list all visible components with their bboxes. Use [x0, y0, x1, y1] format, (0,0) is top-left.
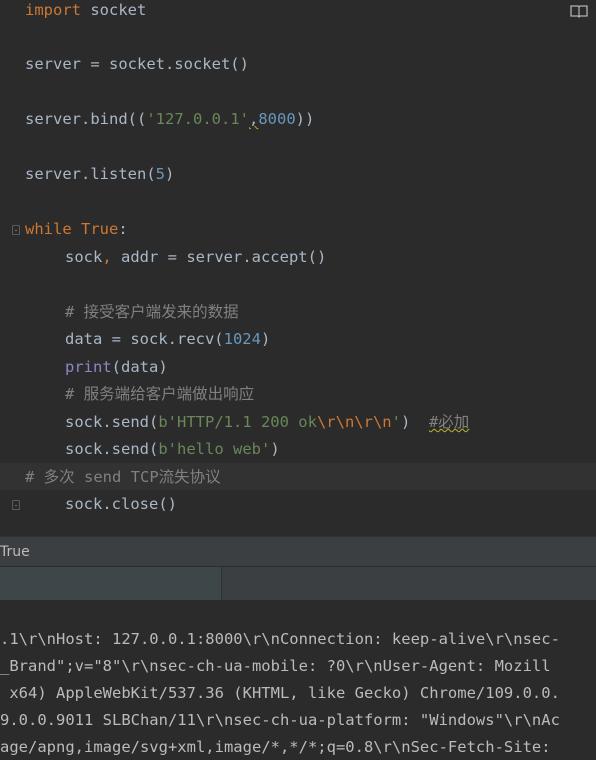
code-token: server.listen(	[25, 165, 156, 183]
code-token: print	[65, 358, 112, 376]
code-token: )	[270, 440, 280, 458]
console-line: .1\r\nHost: 127.0.0.1:8000\r\nConnection…	[0, 630, 560, 648]
code-line[interactable]: while True:	[25, 217, 128, 241]
console-line: _Brand";v="8"\r\nsec-ch-ua-mobile: ?0\r\…	[0, 657, 551, 675]
code-token: '	[391, 413, 401, 431]
code-token: ))	[295, 110, 315, 128]
tool-window-tabbar[interactable]	[0, 566, 596, 601]
code-token: server = socket.socket()	[25, 55, 249, 73]
fold-marker-icon[interactable]	[12, 500, 20, 510]
code-editor[interactable]: import socket server = socket.socket() s…	[0, 0, 596, 536]
code-token: while	[25, 220, 72, 238]
code-line[interactable]: import socket	[25, 0, 146, 22]
code-line[interactable]: sock.close()	[65, 492, 177, 516]
code-token: ,	[102, 248, 112, 266]
code-token: \r\n\r\n	[316, 413, 392, 431]
quick-doc-tooltip: True	[0, 536, 596, 566]
code-token: addr = server.accept()	[111, 248, 327, 266]
code-token: b'HTTP/1.1 200 ok	[158, 413, 317, 431]
fold-marker-icon[interactable]	[12, 225, 20, 235]
code-line[interactable]: # 多次 send TCP流失协议	[25, 465, 221, 489]
code-line[interactable]: # 服务端给客户端做出响应	[65, 382, 254, 406]
code-token: import	[25, 1, 81, 19]
code-token: '127.0.0.1'	[146, 110, 249, 128]
code-line[interactable]: print(data)	[65, 355, 168, 379]
code-token: True	[81, 220, 119, 238]
code-token: )	[260, 330, 271, 348]
console-line: 9.0.0.9011 SLBChan/11\r\nsec-ch-ua-platf…	[0, 711, 560, 729]
code-token: 1024	[223, 330, 261, 348]
code-token: socket	[81, 1, 147, 19]
code-token: b'hello web'	[158, 440, 271, 458]
code-token: data = sock.recv(	[65, 330, 224, 348]
tab-run[interactable]	[0, 567, 222, 601]
code-line[interactable]: server = socket.socket()	[25, 52, 249, 76]
code-line[interactable]: sock.send(b'HTTP/1.1 200 ok\r\n\r\n') #必…	[65, 410, 469, 434]
code-line[interactable]: sock.send(b'hello web')	[65, 437, 280, 461]
code-token: )	[400, 413, 429, 431]
code-token: sock.close()	[65, 495, 177, 513]
console-line: age/apng,image/svg+xml,image/*,*/*;q=0.8…	[0, 738, 551, 756]
console-output[interactable]: .1\r\nHost: 127.0.0.1:8000\r\nConnection…	[0, 600, 596, 760]
code-line[interactable]: # 接受客户端发来的数据	[65, 300, 239, 324]
code-token: ,	[248, 110, 259, 128]
code-line[interactable]: sock, addr = server.accept()	[65, 245, 326, 269]
code-line[interactable]: server.bind(('127.0.0.1',8000))	[25, 107, 314, 131]
book-open-icon[interactable]	[570, 4, 588, 18]
code-token: )	[165, 165, 175, 183]
code-token: # 服务端给客户端做出响应	[65, 385, 255, 403]
code-token: 8000	[258, 110, 296, 128]
code-token: sock.send(	[65, 440, 159, 458]
tooltip-text: True	[0, 544, 30, 560]
code-token: sock	[65, 248, 103, 266]
code-line[interactable]: server.listen(5)	[25, 162, 174, 186]
code-line[interactable]: data = sock.recv(1024)	[65, 327, 270, 351]
code-token: 5	[155, 165, 165, 183]
tab-strip-empty	[223, 567, 596, 601]
code-token: server.bind((	[25, 110, 147, 128]
code-token: sock.send(	[65, 413, 159, 431]
code-token: # 多次 send TCP流失协议	[25, 468, 221, 486]
code-token: # 接受客户端发来的数据	[65, 303, 239, 321]
code-token: :	[118, 220, 128, 238]
code-token: #必加	[428, 413, 470, 431]
code-token: (data)	[111, 358, 168, 376]
console-line: x64) AppleWebKit/537.36 (KHTML, like Gec…	[0, 684, 560, 702]
